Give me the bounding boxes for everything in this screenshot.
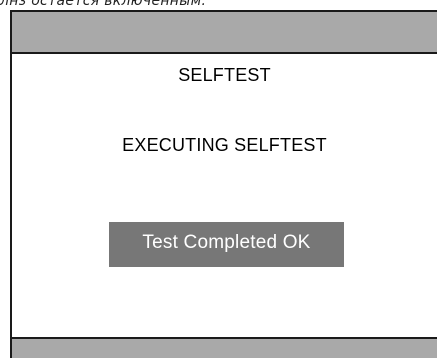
test-result-label: Test Completed OK bbox=[142, 232, 311, 253]
top-status-bar bbox=[12, 12, 437, 54]
screen-title: SELFTEST bbox=[178, 65, 271, 85]
bottom-softkey-bar bbox=[12, 337, 437, 358]
test-result-box: Test Completed OK bbox=[109, 222, 344, 267]
selftest-status-text: EXECUTING SELFTEST bbox=[122, 135, 327, 155]
device-screen: SELFTEST EXECUTING SELFTEST Test Complet… bbox=[10, 10, 437, 358]
